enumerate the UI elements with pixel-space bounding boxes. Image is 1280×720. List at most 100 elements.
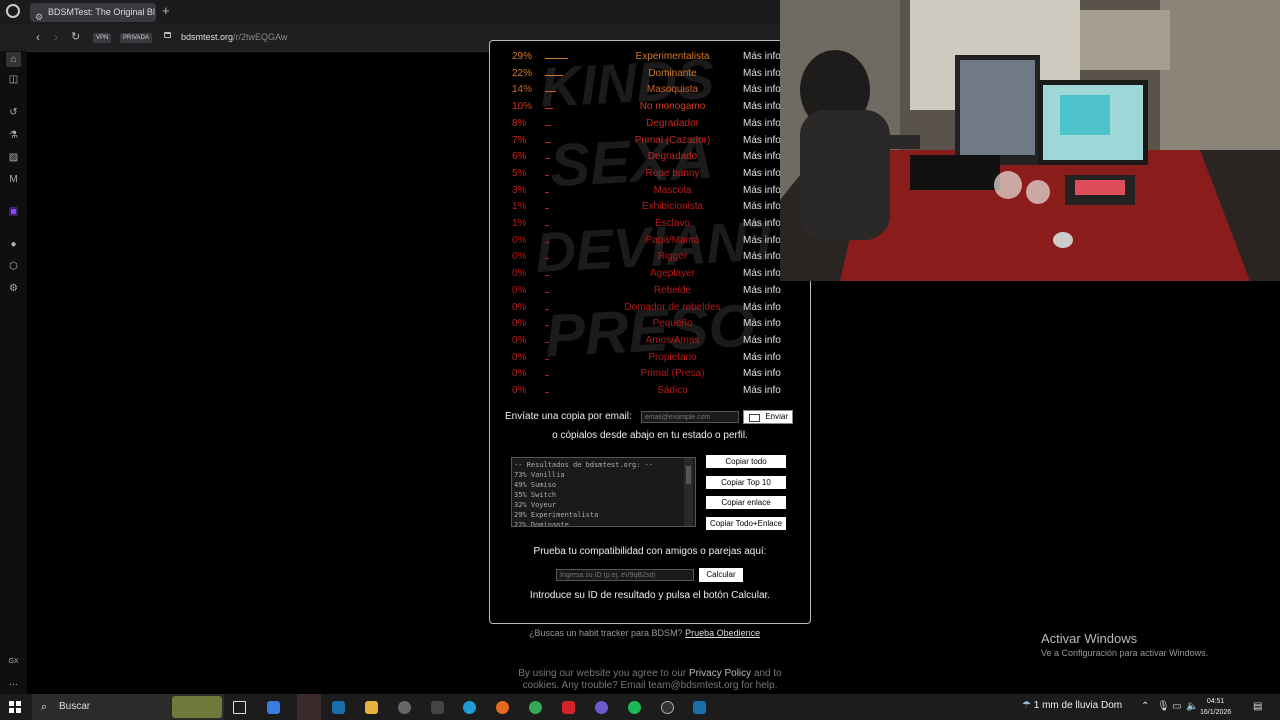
- volume-icon[interactable]: 🔈: [1186, 701, 1198, 712]
- steam-2-icon[interactable]: [693, 701, 706, 714]
- gaming-icon[interactable]: ◫: [8, 74, 19, 85]
- privacy-policy-link[interactable]: Privacy Policy: [689, 668, 751, 679]
- calculate-button[interactable]: Calcular: [699, 568, 743, 582]
- more-info-link[interactable]: Más info: [743, 235, 781, 246]
- result-name[interactable]: Degradador: [600, 118, 745, 129]
- twitch-icon[interactable]: ▣: [8, 206, 19, 217]
- more-info-link[interactable]: Más info: [743, 318, 781, 329]
- scrollbar-thumb[interactable]: [686, 466, 691, 484]
- back-icon[interactable]: ‹: [36, 30, 40, 44]
- windows-start-icon[interactable]: [9, 701, 21, 713]
- results-textarea[interactable]: -- Resultados de bdsmtest.org: -- 73% Va…: [511, 457, 696, 527]
- result-name[interactable]: Degradado: [600, 151, 745, 162]
- tray-chevron-icon[interactable]: ⌃: [1141, 701, 1149, 712]
- more-info-link[interactable]: Más info: [743, 68, 781, 79]
- weather-widget[interactable]: ☂ 1 mm de lluvia Dom: [1022, 700, 1122, 711]
- more-info-link[interactable]: Más info: [743, 51, 781, 62]
- result-name[interactable]: Domador de rebeldes: [600, 302, 745, 313]
- history-icon[interactable]: ↺: [8, 107, 19, 118]
- spotify-icon[interactable]: ●: [8, 239, 19, 250]
- send-button[interactable]: Enviar: [743, 410, 793, 424]
- result-name[interactable]: Propietario: [600, 352, 745, 363]
- results-scrollbar[interactable]: [684, 458, 693, 526]
- gx-icon[interactable]: GX: [8, 656, 19, 667]
- result-name[interactable]: Dominante: [600, 68, 745, 79]
- more-info-link[interactable]: Más info: [743, 201, 781, 212]
- obs-icon[interactable]: [661, 701, 674, 714]
- copy-all-button[interactable]: Copiar todo: [706, 455, 786, 468]
- result-name[interactable]: Papá/Mamá: [600, 235, 745, 246]
- copilot-icon[interactable]: [267, 701, 280, 714]
- browser-tab[interactable]: ⚙ BDSMTest: The Original Bl: [30, 3, 156, 22]
- file-explorer-icon[interactable]: [365, 701, 378, 714]
- notifications-icon[interactable]: ▤: [1253, 701, 1262, 712]
- email-input[interactable]: [641, 411, 739, 423]
- more-info-link[interactable]: Más info: [743, 135, 781, 146]
- home-icon[interactable]: ⌂: [6, 52, 21, 67]
- copy-link-button[interactable]: Copiar enlace: [706, 496, 786, 509]
- more-info-link[interactable]: Más info: [743, 251, 781, 262]
- result-name[interactable]: Primal (Cazador): [600, 135, 745, 146]
- task-view-icon[interactable]: [233, 701, 246, 714]
- result-name[interactable]: No monogamo: [600, 101, 745, 112]
- result-name[interactable]: Rebelde: [600, 285, 745, 296]
- more-info-link[interactable]: Más info: [743, 84, 781, 95]
- bookmarks-icon[interactable]: ⬡: [8, 261, 19, 272]
- copy-top10-button[interactable]: Copiar Top 10: [706, 476, 786, 489]
- chrome-icon[interactable]: [529, 701, 542, 714]
- steam-icon[interactable]: [332, 701, 345, 714]
- snapshot-icon[interactable]: ▨: [8, 152, 19, 163]
- result-name[interactable]: Rope bunny: [600, 168, 745, 179]
- obedience-link[interactable]: Prueba Obedience: [685, 628, 760, 638]
- more-info-link[interactable]: Más info: [743, 101, 781, 112]
- more-info-link[interactable]: Más info: [743, 268, 781, 279]
- winrar-icon[interactable]: [562, 701, 575, 714]
- more-info-link[interactable]: Más info: [743, 335, 781, 346]
- edge-icon[interactable]: [463, 701, 476, 714]
- discord-icon[interactable]: [595, 701, 608, 714]
- copy-all-link-button[interactable]: Copiar Todo+Enlace: [706, 517, 786, 530]
- forward-icon[interactable]: ›: [54, 30, 58, 44]
- clock[interactable]: 04:51 16/1/2026: [1200, 696, 1231, 718]
- result-name[interactable]: Esclavo: [600, 218, 745, 229]
- more-info-link[interactable]: Más info: [743, 218, 781, 229]
- result-name[interactable]: Amos/Amas: [600, 335, 745, 346]
- opera-gx-taskbar-icon[interactable]: [297, 694, 321, 720]
- messenger-icon[interactable]: M: [8, 174, 19, 185]
- result-name[interactable]: Sádico: [600, 385, 745, 396]
- new-tab-icon[interactable]: +: [162, 4, 170, 18]
- more-info-link[interactable]: Más info: [743, 285, 781, 296]
- network-icon[interactable]: ▭: [1172, 701, 1181, 712]
- more-info-link[interactable]: Más info: [743, 368, 781, 379]
- lock-icon[interactable]: [164, 32, 171, 38]
- opera-logo-icon[interactable]: [6, 4, 20, 18]
- settings-icon[interactable]: ⚙: [8, 283, 19, 294]
- more-info-link[interactable]: Más info: [743, 352, 781, 363]
- url-field[interactable]: bdsmtest.org/r/2twEQGAw: [181, 32, 287, 42]
- more-info-link[interactable]: Más info: [743, 302, 781, 313]
- firefox-icon[interactable]: [496, 701, 509, 714]
- more-info-link[interactable]: Más info: [743, 118, 781, 129]
- result-id-input[interactable]: [556, 569, 694, 581]
- result-name[interactable]: Mascota: [600, 185, 745, 196]
- result-name[interactable]: Masoquista: [600, 84, 745, 95]
- more-info-link[interactable]: Más info: [743, 385, 781, 396]
- result-name[interactable]: Pequeño: [600, 318, 745, 329]
- settings-taskbar-icon[interactable]: [398, 701, 411, 714]
- spotify-taskbar-icon[interactable]: [628, 701, 641, 714]
- result-name[interactable]: Ageplayer: [600, 268, 745, 279]
- result-name[interactable]: Primal (Presa): [600, 368, 745, 379]
- more-info-link[interactable]: Más info: [743, 151, 781, 162]
- vpn-badge[interactable]: VPN: [93, 33, 112, 43]
- result-name[interactable]: Exhibicionista: [600, 201, 745, 212]
- result-name[interactable]: Rigger: [600, 251, 745, 262]
- reload-icon[interactable]: ↻: [71, 30, 80, 44]
- result-name[interactable]: Experimentalista: [600, 51, 745, 62]
- more-info-link[interactable]: Más info: [743, 168, 781, 179]
- taskbar-search[interactable]: ⌕ Buscar: [32, 694, 224, 720]
- microphone-icon[interactable]: 🎙: [1157, 701, 1170, 712]
- security-icon[interactable]: [431, 701, 444, 714]
- more-icon[interactable]: …: [8, 677, 19, 688]
- more-info-link[interactable]: Más info: [743, 185, 781, 196]
- extensions-icon[interactable]: ⚗: [8, 130, 19, 141]
